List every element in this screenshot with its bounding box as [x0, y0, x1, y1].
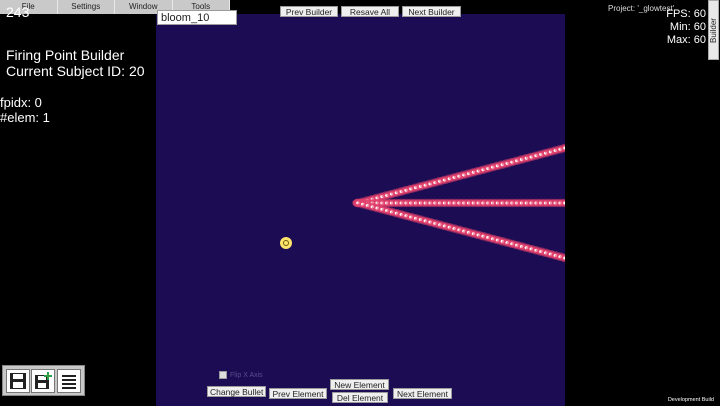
fps-max: Max: 60	[666, 34, 706, 46]
development-build-label: Development Build	[667, 397, 714, 403]
bullet-streams	[352, 143, 565, 263]
firing-point-marker[interactable]	[280, 237, 292, 249]
save-new-button[interactable]	[31, 368, 56, 393]
fps-readout: FPS: 60	[666, 8, 706, 20]
new-element-button[interactable]: New Element	[330, 379, 389, 390]
save-new-icon	[35, 371, 53, 389]
flip-checkbox-row[interactable]: Flip X Axis	[219, 371, 263, 379]
save-button[interactable]	[5, 368, 30, 393]
project-label: Project: '_glowtest'	[608, 4, 675, 13]
toolbox	[2, 365, 85, 396]
bullet-field	[280, 143, 565, 263]
list-button[interactable]	[57, 368, 82, 393]
builder-title: Firing Point Builder	[6, 47, 125, 63]
del-element-button[interactable]: Del Element	[332, 392, 388, 403]
fps-min: Min: 60	[669, 21, 706, 33]
resave-all-button[interactable]: Resave All	[341, 6, 399, 17]
next-element-button[interactable]: Next Element	[393, 388, 452, 399]
playfield[interactable]	[156, 14, 565, 406]
next-builder-button[interactable]: Next Builder	[402, 6, 461, 17]
subject-id: Current Subject ID: 20	[6, 63, 145, 79]
builder-side-tab[interactable]: Builder	[708, 0, 719, 60]
top-counter: 243	[6, 4, 30, 20]
fpidx-stat: fpidx: 0	[0, 95, 42, 110]
elem-count-stat: #elem: 1	[0, 110, 50, 125]
menu-settings[interactable]: Settings	[58, 0, 115, 14]
change-bullet-button[interactable]: Change Bullet	[207, 386, 266, 397]
list-icon	[62, 374, 77, 389]
prev-element-button[interactable]: Prev Element	[269, 388, 327, 399]
prev-builder-button[interactable]: Prev Builder	[280, 6, 338, 17]
bullet-name-input[interactable]: bloom_10	[157, 10, 237, 25]
side-tab-label: Builder	[709, 17, 718, 43]
flip-checkbox[interactable]	[219, 371, 227, 379]
flip-checkbox-label: Flip X Axis	[230, 371, 263, 379]
save-icon	[9, 372, 26, 389]
